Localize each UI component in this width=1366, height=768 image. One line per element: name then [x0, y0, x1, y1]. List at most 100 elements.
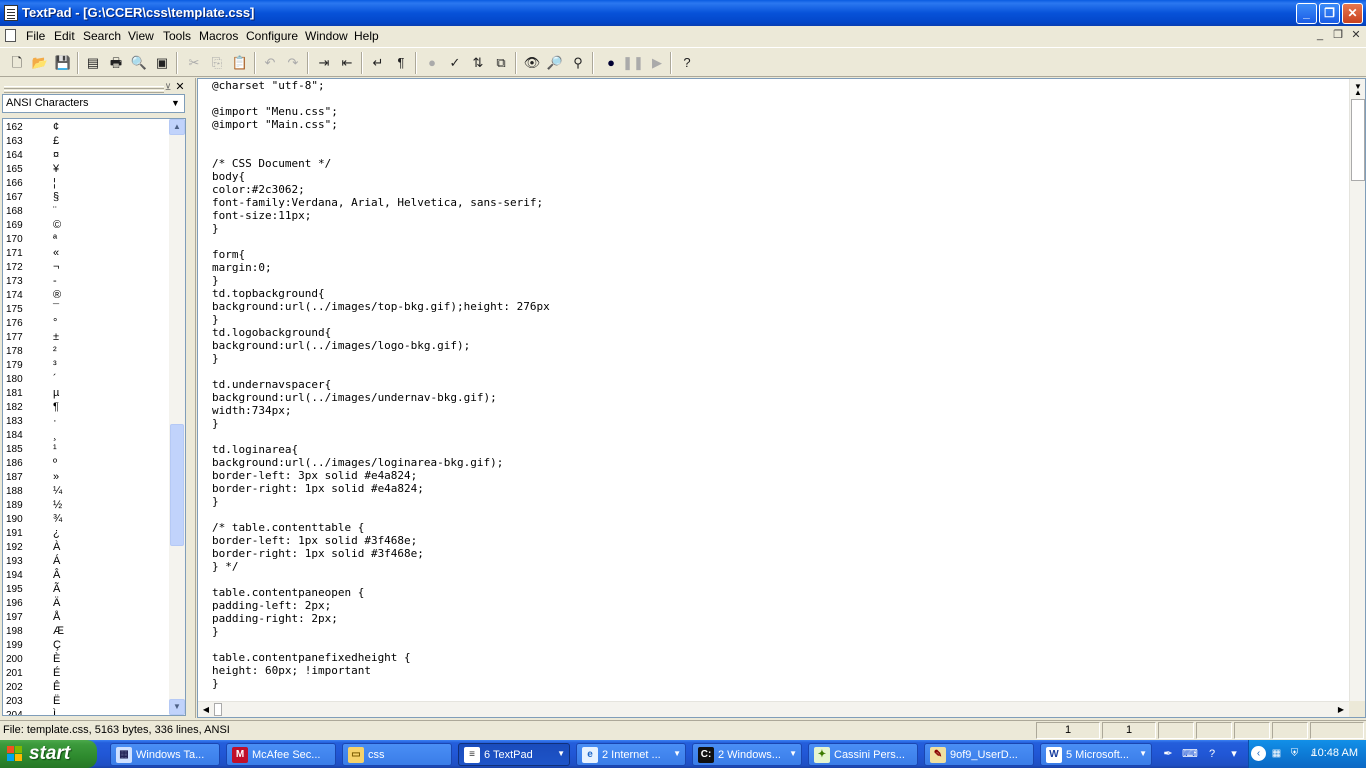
- new-file-icon[interactable]: 🗋: [6, 52, 28, 74]
- print-preview-icon[interactable]: 🔍: [128, 52, 150, 74]
- clip-row[interactable]: 200 È: [3, 653, 169, 667]
- find-in-files-icon[interactable]: 🔎: [544, 52, 566, 74]
- code-line[interactable]: background:url(../images/loginarea-bkg.g…: [212, 456, 1342, 469]
- code-line[interactable]: padding-left: 2px;: [212, 599, 1342, 612]
- code-line[interactable]: [212, 638, 1342, 651]
- code-line[interactable]: padding-right: 2px;: [212, 612, 1342, 625]
- menu-file[interactable]: File: [26, 29, 45, 43]
- scroll-right-icon[interactable]: ▶: [1333, 702, 1349, 717]
- code-line[interactable]: [212, 508, 1342, 521]
- code-line[interactable]: [212, 430, 1342, 443]
- taskbar-item-cassini[interactable]: ✦ Cassini Pers...: [808, 743, 918, 766]
- indent-icon[interactable]: ⇥: [313, 52, 335, 74]
- menu-view[interactable]: View: [128, 29, 154, 43]
- document-properties-icon[interactable]: ▣: [151, 52, 173, 74]
- code-line[interactable]: }: [212, 274, 1342, 287]
- taskbar-item-textpad[interactable]: ≡ 6 TextPad ▼: [458, 743, 570, 766]
- chevron-down-icon[interactable]: ▼: [673, 749, 681, 758]
- clip-row[interactable]: 195 Ã: [3, 583, 169, 597]
- clip-row[interactable]: 184 ¸: [3, 429, 169, 443]
- network-icon[interactable]: ▦: [1269, 746, 1284, 761]
- scroll-left-icon[interactable]: ◀: [198, 702, 214, 717]
- menu-tools[interactable]: Tools: [163, 29, 191, 43]
- code-line[interactable]: @import "Main.css";: [212, 118, 1342, 131]
- mdi-restore-button[interactable]: ❐: [1330, 28, 1346, 43]
- clip-row[interactable]: 202 Ê: [3, 681, 169, 695]
- title-bar[interactable]: TextPad - [G:\CCER\css\template.css] _ ❐…: [0, 0, 1366, 26]
- code-line[interactable]: table.contentpaneopen {: [212, 586, 1342, 599]
- code-line[interactable]: td.logobackground{: [212, 326, 1342, 339]
- code-line[interactable]: /* table.contenttable {: [212, 521, 1342, 534]
- clip-row[interactable]: 182 ¶: [3, 401, 169, 415]
- code-line[interactable]: border-left: 1px solid #3f468e;: [212, 534, 1342, 547]
- close-button[interactable]: ✕: [1342, 3, 1363, 24]
- menu-edit[interactable]: Edit: [54, 29, 75, 43]
- code-text[interactable]: @charset "utf-8"; @import "Menu.css"; @imp…: [212, 79, 1342, 699]
- save-icon[interactable]: 💾: [52, 52, 74, 74]
- code-line[interactable]: @charset "utf-8";: [212, 79, 1342, 92]
- clip-row[interactable]: 180 ´: [3, 373, 169, 387]
- code-line[interactable]: }: [212, 495, 1342, 508]
- clip-row[interactable]: 192 À: [3, 541, 169, 555]
- clip-row[interactable]: 178 ²: [3, 345, 169, 359]
- minimize-button[interactable]: _: [1296, 3, 1317, 24]
- code-line[interactable]: background:url(../images/top-bkg.gif);he…: [212, 300, 1342, 313]
- clip-row[interactable]: 179 ³: [3, 359, 169, 373]
- clip-row[interactable]: 183 ·: [3, 415, 169, 429]
- open-folder-icon[interactable]: 📂: [29, 52, 51, 74]
- clip-row[interactable]: 190 ¾: [3, 513, 169, 527]
- taskbar-item-user-document[interactable]: ✎ 9of9_UserD...: [924, 743, 1034, 766]
- start-button[interactable]: start: [0, 740, 97, 768]
- code-line[interactable]: [212, 131, 1342, 144]
- code-line[interactable]: font-family:Verdana, Arial, Helvetica, s…: [212, 196, 1342, 209]
- code-line[interactable]: font-size:11px;: [212, 209, 1342, 222]
- clip-row[interactable]: 175 ¯: [3, 303, 169, 317]
- code-line[interactable]: [212, 144, 1342, 157]
- code-line[interactable]: [212, 573, 1342, 586]
- clip-row[interactable]: 163 £: [3, 135, 169, 149]
- code-line[interactable]: }: [212, 417, 1342, 430]
- redo-icon[interactable]: ↷: [282, 52, 304, 74]
- clip-row[interactable]: 162 ¢: [3, 121, 169, 135]
- clip-library-select[interactable]: ANSI Characters ▼: [2, 94, 185, 113]
- code-line[interactable]: td.loginarea{: [212, 443, 1342, 456]
- textpad-app-icon[interactable]: [4, 5, 18, 21]
- scroll-down-icon[interactable]: ▼: [169, 699, 185, 715]
- clock[interactable]: 10:48 AM: [1312, 747, 1358, 759]
- clip-list[interactable]: 162 ¢ 163 £164 ¤ 165 ¥166 ¦ 167 § 168 ¨ 169 © 170 ª 171 «…: [2, 118, 186, 716]
- menu-window[interactable]: Window: [305, 29, 348, 43]
- scroll-thumb[interactable]: [1351, 99, 1365, 181]
- clip-row[interactable]: 185 ¹: [3, 443, 169, 457]
- code-line[interactable]: table.contentpanefixedheight {: [212, 651, 1342, 664]
- taskbar-item-css-folder[interactable]: ▭ css: [342, 743, 452, 766]
- outdent-icon[interactable]: ⇤: [336, 52, 358, 74]
- code-line[interactable]: }: [212, 352, 1342, 365]
- quicklaunch-help-icon[interactable]: ?: [1204, 746, 1220, 762]
- clip-row[interactable]: 186 º: [3, 457, 169, 471]
- mdi-close-button[interactable]: ✕: [1348, 28, 1364, 43]
- spell-check-icon[interactable]: ✓: [444, 52, 466, 74]
- scroll-up-icon[interactable]: ▲: [169, 119, 185, 135]
- clip-row[interactable]: 197 Å: [3, 611, 169, 625]
- context-help-icon[interactable]: ?: [676, 52, 698, 74]
- clip-row[interactable]: 177 ±: [3, 331, 169, 345]
- clip-row[interactable]: 166 ¦: [3, 177, 169, 191]
- clip-row[interactable]: 201 É: [3, 667, 169, 681]
- clip-row[interactable]: 198 Æ: [3, 625, 169, 639]
- word-wrap-icon[interactable]: ↵: [367, 52, 389, 74]
- chevron-down-icon[interactable]: ▼: [1139, 749, 1147, 758]
- record-macro-icon[interactable]: ●: [600, 52, 622, 74]
- clip-row[interactable]: 199 Ç: [3, 639, 169, 653]
- mdi-minimize-button[interactable]: _: [1312, 28, 1328, 43]
- menu-macros[interactable]: Macros: [199, 29, 238, 43]
- code-line[interactable]: border-right: 1px solid #e4a824;: [212, 482, 1342, 495]
- clip-row[interactable]: 187 »: [3, 471, 169, 485]
- taskbar-item-mcafee[interactable]: M McAfee Sec...: [226, 743, 336, 766]
- compare-icon[interactable]: ⧉: [490, 52, 512, 74]
- code-line[interactable]: height: 60px; !important: [212, 664, 1342, 677]
- print-icon[interactable]: 🖶: [105, 52, 127, 74]
- pause-macro-icon[interactable]: ❚❚: [622, 52, 644, 74]
- code-line[interactable]: margin:0;: [212, 261, 1342, 274]
- code-line[interactable]: color:#2c3062;: [212, 183, 1342, 196]
- clip-row[interactable]: 164 ¤: [3, 149, 169, 163]
